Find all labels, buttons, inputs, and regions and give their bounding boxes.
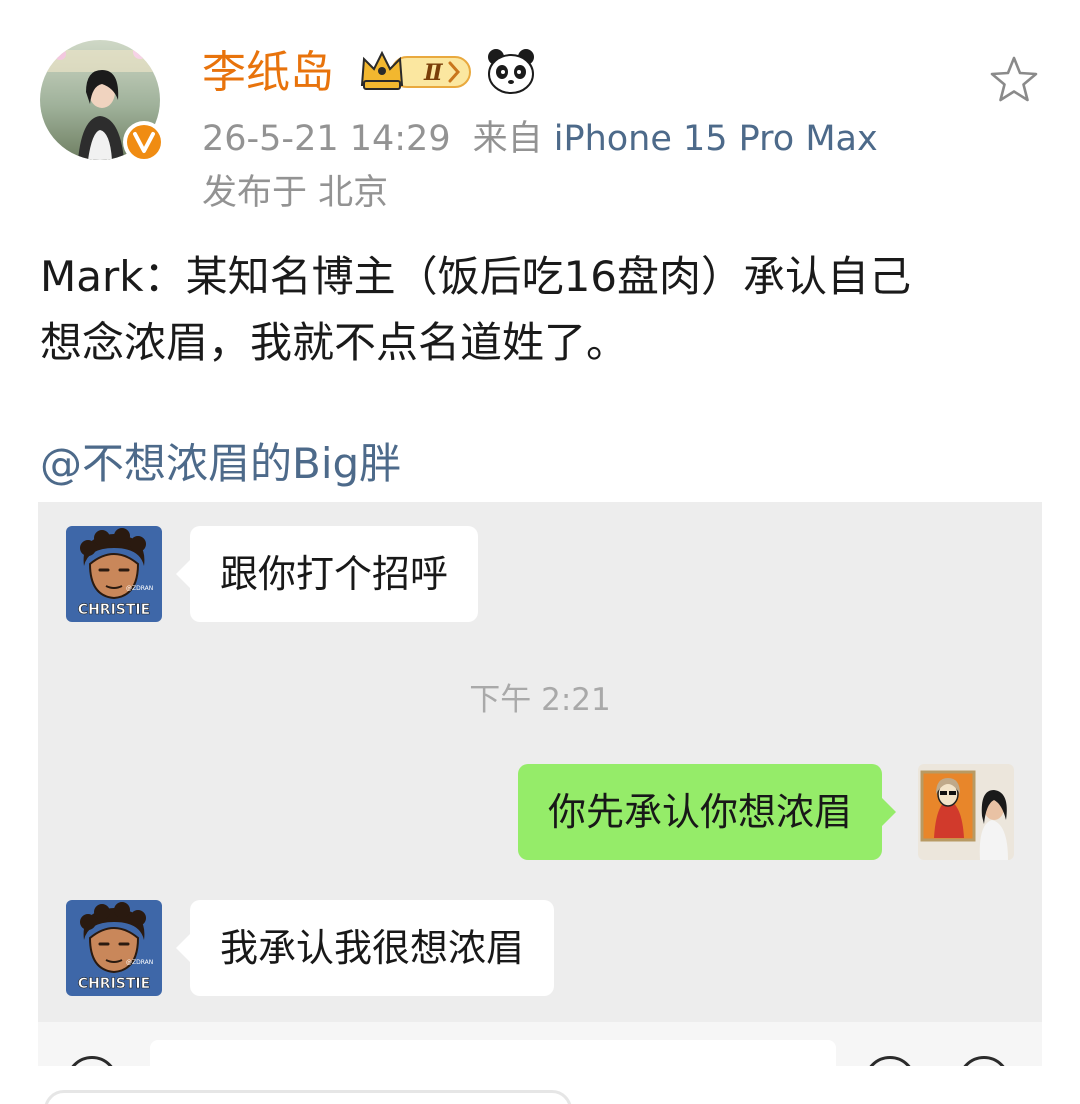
location-prefix: 发布于 bbox=[202, 173, 308, 213]
location-value: 北京 bbox=[318, 173, 389, 213]
crown-vip-icon[interactable]: Ⅱ bbox=[358, 47, 476, 99]
weibo-post: 李纸岛 Ⅱ 26-5-21 14:29 来自 iPhone 15 Pro Max… bbox=[0, 0, 1080, 1104]
post-location: 发布于 北京 bbox=[202, 170, 388, 216]
verified-v-icon bbox=[122, 120, 166, 164]
post-meta: 26-5-21 14:29 来自 iPhone 15 Pro Max bbox=[202, 116, 878, 162]
post-timestamp: 26-5-21 14:29 bbox=[202, 119, 451, 159]
christie-avatar: @ZDRAN CHRISTIE bbox=[66, 526, 162, 622]
post-text-line: 想念浓眉，我就不点名道姓了。 bbox=[40, 318, 629, 367]
avatar-label: CHRISTIE bbox=[78, 602, 150, 618]
message-bubble-received[interactable]: 跟你打个招呼 bbox=[175, 526, 479, 622]
avatar-small-label: @ZDRAN bbox=[126, 585, 153, 592]
username[interactable]: 李纸岛 bbox=[202, 44, 334, 102]
chat-input-bar bbox=[38, 1022, 1042, 1066]
sender-avatar bbox=[918, 764, 1014, 860]
chat-time-divider: 下午 2:21 bbox=[469, 682, 611, 718]
comment-input-pill[interactable] bbox=[44, 1090, 572, 1104]
panda-icon bbox=[486, 47, 536, 99]
chat-screenshot[interactable]: @ZDRAN CHRISTIE 跟你打个招呼 下午 2:21 你先承认你想浓眉 bbox=[38, 502, 1042, 1022]
vip-level-label: Ⅱ bbox=[423, 60, 444, 86]
message-bubble-sent[interactable]: 你先承认你想浓眉 bbox=[518, 764, 897, 860]
plus-icon bbox=[958, 1056, 1010, 1066]
avatar-small-label: @ZDRAN bbox=[126, 959, 153, 966]
source-prefix: 来自 bbox=[472, 119, 543, 159]
avatar-label: CHRISTIE bbox=[78, 976, 150, 992]
chat-input bbox=[150, 1040, 836, 1066]
emoji-icon bbox=[864, 1056, 916, 1066]
voice-icon bbox=[66, 1056, 118, 1066]
star-icon[interactable] bbox=[988, 54, 1040, 110]
post-text-line: Mark：某知名博主（饭后吃16盘肉）承认自己 bbox=[40, 252, 912, 301]
post-text: Mark：某知名博主（饭后吃16盘肉）承认自己 想念浓眉，我就不点名道姓了。 bbox=[40, 244, 1040, 376]
mention-link[interactable]: @不想浓眉的Big胖 bbox=[40, 434, 401, 494]
christie-avatar: @ZDRAN CHRISTIE bbox=[66, 900, 162, 996]
message-bubble-received[interactable]: 我承认我很想浓眉 bbox=[175, 900, 555, 996]
post-device[interactable]: iPhone 15 Pro Max bbox=[554, 119, 878, 159]
